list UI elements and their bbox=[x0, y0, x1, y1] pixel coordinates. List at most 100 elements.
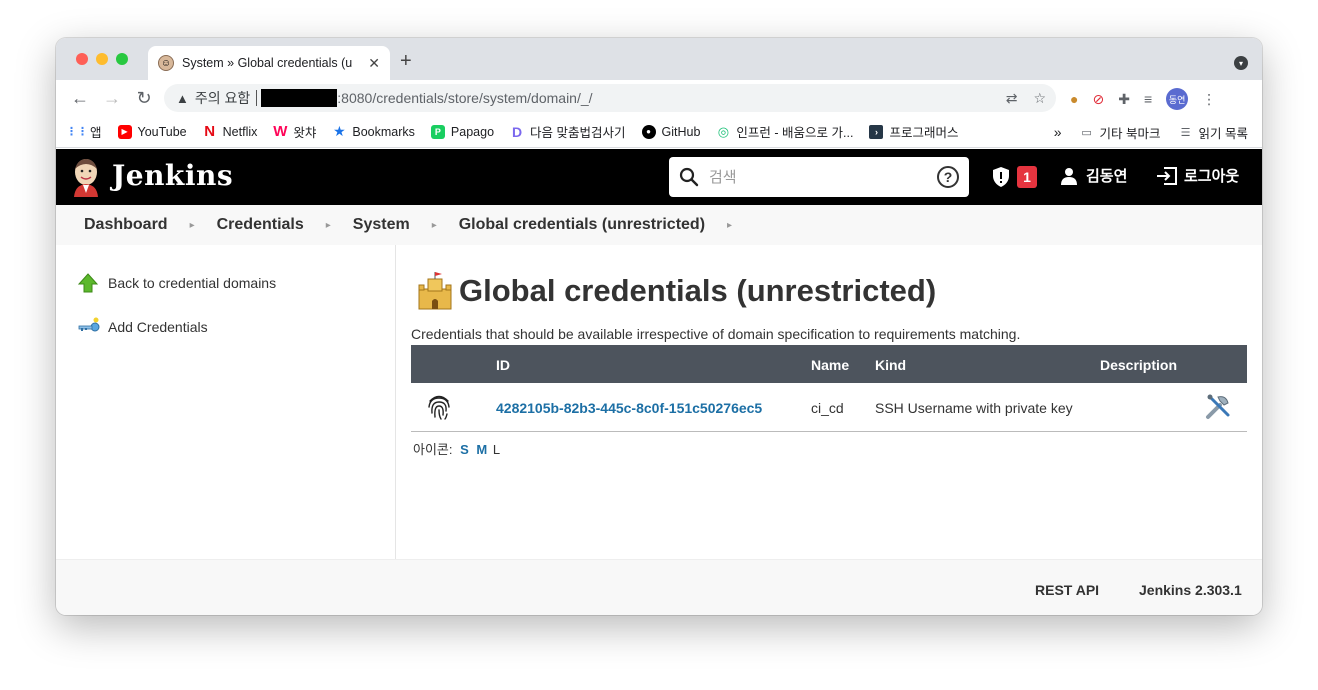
bookmark-star-icon[interactable]: ☆ bbox=[1033, 90, 1046, 107]
bookmark-programmers[interactable]: › 프로그래머스 bbox=[869, 122, 958, 141]
breadcrumb-system[interactable]: System bbox=[353, 216, 410, 234]
window-controls bbox=[76, 53, 128, 65]
back-arrow-icon[interactable]: ← bbox=[64, 88, 96, 109]
bookmark-label: Netflix bbox=[222, 124, 258, 139]
github-icon: ● bbox=[641, 124, 656, 139]
forward-arrow-icon[interactable]: → bbox=[96, 88, 128, 109]
column-header-description[interactable]: Description bbox=[1100, 357, 1177, 373]
add-credentials-link[interactable]: Add Credentials bbox=[78, 317, 208, 337]
chevron-right-icon[interactable]: ▸ bbox=[727, 220, 732, 231]
table-header-row: ID Name Kind Description bbox=[411, 345, 1247, 383]
search-input[interactable] bbox=[709, 168, 937, 186]
bookmark-daum[interactable]: D 다음 맞춤법검사기 bbox=[510, 122, 626, 141]
daum-icon: D bbox=[511, 123, 523, 140]
page-title: Global credentials (unrestricted) bbox=[415, 271, 936, 311]
url-text: :8080/credentials/store/system/domain/_/ bbox=[337, 90, 593, 106]
bookmark-github[interactable]: ● GitHub bbox=[641, 124, 701, 139]
chevron-right-icon[interactable]: ▸ bbox=[326, 220, 331, 231]
translate-icon[interactable]: ⇄ bbox=[1006, 90, 1018, 107]
jenkins-version-link[interactable]: Jenkins 2.303.1 bbox=[1139, 582, 1242, 598]
credential-id-link[interactable]: 4282105b-82b3-445c-8c0f-151c50276ec5 bbox=[496, 400, 762, 416]
reading-list-icon: ☰ bbox=[1180, 126, 1191, 139]
bookmark-bookmarks[interactable]: ★ Bookmarks bbox=[332, 123, 415, 139]
rest-api-link[interactable]: REST API bbox=[1035, 582, 1099, 598]
papago-icon: P bbox=[430, 124, 445, 139]
up-arrow-icon bbox=[78, 273, 98, 293]
star-icon: ★ bbox=[333, 123, 346, 139]
reload-icon[interactable]: ↻ bbox=[128, 88, 160, 109]
reading-list[interactable]: ☰ 읽기 목록 bbox=[1179, 123, 1248, 142]
user-icon bbox=[1061, 167, 1077, 185]
security-shield-icon[interactable] bbox=[991, 166, 1011, 188]
maximize-window-button[interactable] bbox=[116, 53, 128, 65]
bookmark-watcha[interactable]: W 왓챠 bbox=[273, 122, 316, 141]
cookie-extension-icon[interactable]: ● bbox=[1070, 91, 1078, 107]
divider bbox=[256, 90, 258, 106]
jenkins-title[interactable]: Jenkins bbox=[112, 159, 233, 192]
bookmark-label: 인프런 - 배움으로 가... bbox=[736, 126, 854, 140]
extension-red-icon[interactable]: ⊘ bbox=[1092, 91, 1104, 108]
page-title-text: Global credentials (unrestricted) bbox=[459, 273, 937, 308]
bookmark-label: GitHub bbox=[661, 124, 701, 139]
netflix-icon: N bbox=[204, 123, 216, 140]
bookmark-label: 프로그래머스 bbox=[889, 126, 959, 140]
bookmark-youtube[interactable]: ▶ YouTube bbox=[117, 124, 187, 139]
bookmark-label: 다음 맞춤법검사기 bbox=[530, 126, 626, 140]
media-queue-icon[interactable]: ≡ bbox=[1144, 91, 1152, 107]
bookmark-label: 앱 bbox=[90, 126, 102, 140]
watcha-icon: W bbox=[273, 123, 288, 140]
breadcrumb-global-credentials[interactable]: Global credentials (unrestricted) bbox=[459, 216, 705, 234]
column-header-id[interactable]: ID bbox=[496, 357, 510, 373]
icon-size-small[interactable]: S bbox=[460, 442, 469, 457]
logout-link[interactable]: 로그아웃 bbox=[1156, 165, 1239, 186]
table-row: 4282105b-82b3-445c-8c0f-151c50276ec5 ci_… bbox=[411, 383, 1247, 432]
user-menu[interactable]: 김동연 bbox=[1060, 165, 1127, 186]
browser-toolbar: ← → ↻ ▲ 주의 요함 :8080/credentials/store/sy… bbox=[56, 80, 1262, 116]
close-tab-icon[interactable]: ✕ bbox=[368, 55, 380, 72]
credential-kind: SSH Username with private key bbox=[875, 400, 1073, 416]
bookmarks-overflow-icon[interactable]: » bbox=[1054, 124, 1062, 140]
column-header-kind[interactable]: Kind bbox=[875, 357, 906, 373]
minimize-window-button[interactable] bbox=[96, 53, 108, 65]
jenkins-butler-logo-icon[interactable] bbox=[70, 157, 102, 197]
icon-size-selector: 아이콘: S M L bbox=[413, 439, 500, 458]
browser-window: ☺ System » Global credentials (u ✕ + ▾ ←… bbox=[56, 38, 1262, 615]
icon-size-medium[interactable]: M bbox=[476, 442, 487, 457]
bookmark-netflix[interactable]: N Netflix bbox=[203, 123, 258, 140]
new-tab-button[interactable]: + bbox=[400, 50, 412, 73]
user-name: 김동연 bbox=[1086, 168, 1128, 185]
jenkins-favicon-icon: ☺ bbox=[158, 55, 174, 71]
back-to-domains-link[interactable]: Back to credential domains bbox=[78, 273, 276, 293]
page-footer: REST API Jenkins 2.303.1 bbox=[56, 559, 1262, 615]
castle-icon bbox=[418, 272, 452, 310]
chevron-right-icon[interactable]: ▸ bbox=[432, 220, 437, 231]
bookmark-papago[interactable]: P Papago bbox=[430, 124, 494, 139]
puzzle-extensions-icon[interactable]: ✚ bbox=[1118, 91, 1130, 108]
page-description: Credentials that should be available irr… bbox=[411, 326, 1021, 342]
tab-search-icon[interactable]: ▾ bbox=[1234, 56, 1248, 70]
breadcrumb-dashboard[interactable]: Dashboard bbox=[84, 216, 168, 234]
search-box[interactable]: ? bbox=[669, 157, 969, 197]
other-bookmarks-folder[interactable]: ▭ 기타 북마크 bbox=[1080, 123, 1160, 142]
configure-tools-icon[interactable] bbox=[1204, 393, 1232, 421]
alert-count-badge[interactable]: 1 bbox=[1017, 166, 1037, 188]
apps-grid-icon: ⋮⋮ bbox=[66, 126, 88, 138]
help-icon[interactable]: ? bbox=[937, 166, 959, 188]
chevron-right-icon[interactable]: ▸ bbox=[190, 220, 195, 231]
menu-kebab-icon[interactable]: ⋮ bbox=[1202, 91, 1216, 108]
close-window-button[interactable] bbox=[76, 53, 88, 65]
add-credentials-label: Add Credentials bbox=[108, 319, 208, 335]
tab-strip: ☺ System » Global credentials (u ✕ + ▾ bbox=[56, 38, 1262, 80]
breadcrumb-credentials[interactable]: Credentials bbox=[217, 216, 304, 234]
bookmark-apps[interactable]: ⋮⋮ 앱 bbox=[66, 122, 102, 141]
inflearn-icon: ◎ bbox=[717, 123, 730, 139]
key-icon bbox=[78, 317, 100, 332]
security-warning-label: 주의 요함 bbox=[194, 90, 251, 106]
browser-tab-active[interactable]: ☺ System » Global credentials (u ✕ bbox=[148, 46, 390, 80]
column-header-name[interactable]: Name bbox=[811, 357, 849, 373]
address-bar[interactable]: ▲ 주의 요함 :8080/credentials/store/system/d… bbox=[164, 84, 1056, 112]
profile-avatar[interactable]: 동연 bbox=[1166, 88, 1189, 110]
bookmark-label: YouTube bbox=[137, 124, 187, 139]
folder-icon: ▭ bbox=[1081, 126, 1092, 139]
bookmark-inflearn[interactable]: ◎ 인프런 - 배움으로 가... bbox=[716, 122, 854, 141]
